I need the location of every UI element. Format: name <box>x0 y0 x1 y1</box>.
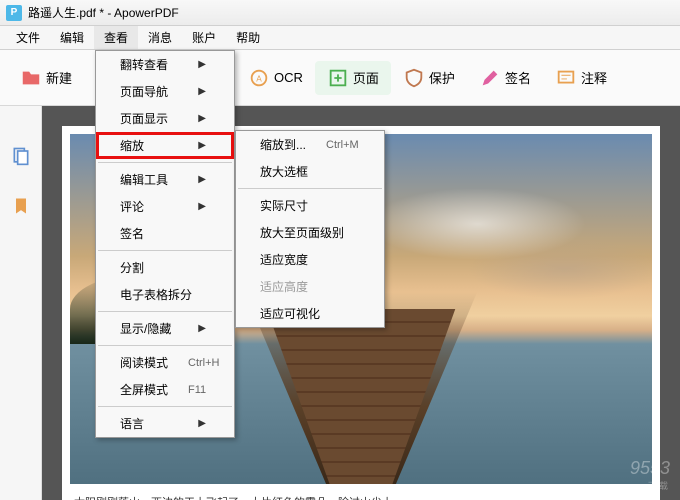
ocr-button[interactable]: A OCR <box>236 61 315 95</box>
menu-page-display[interactable]: 页面显示▶ <box>96 105 234 132</box>
page-button[interactable]: 页面 <box>315 61 391 95</box>
menubar: 文件 编辑 查看 消息 账户 帮助 <box>0 26 680 50</box>
folder-icon <box>20 67 42 89</box>
ocr-icon: A <box>248 67 270 89</box>
protect-button[interactable]: 保护 <box>391 61 467 95</box>
left-sidebar <box>0 106 42 500</box>
menu-split[interactable]: 分割 <box>96 254 234 281</box>
app-icon: P <box>6 5 22 21</box>
menu-zoom-to[interactable]: 缩放到...Ctrl+M <box>236 131 384 158</box>
menu-fit-page[interactable]: 放大至页面级别 <box>236 219 384 246</box>
separator <box>98 162 232 163</box>
shield-icon <box>403 67 425 89</box>
comment-button[interactable]: 注释 <box>543 61 619 95</box>
pages-panel-icon[interactable] <box>11 146 31 166</box>
menu-view[interactable]: 查看 <box>94 26 138 49</box>
menu-account[interactable]: 账户 <box>182 26 226 49</box>
pen-icon <box>479 67 501 89</box>
menu-marquee-zoom[interactable]: 放大选框 <box>236 158 384 185</box>
menu-comments[interactable]: 评论▶ <box>96 193 234 220</box>
titlebar: P 路遥人生.pdf * - ApowerPDF <box>0 0 680 26</box>
menu-fullscreen[interactable]: 全屏模式F11 <box>96 376 234 403</box>
menu-language[interactable]: 语言▶ <box>96 410 234 437</box>
menu-message[interactable]: 消息 <box>138 26 182 49</box>
bookmark-panel-icon[interactable] <box>11 196 31 216</box>
separator <box>98 250 232 251</box>
menu-actual-size[interactable]: 实际尺寸 <box>236 192 384 219</box>
sign-button[interactable]: 签名 <box>467 61 543 95</box>
separator <box>98 311 232 312</box>
separator <box>98 345 232 346</box>
comment-icon <box>555 67 577 89</box>
page-icon <box>327 67 349 89</box>
menu-zoom[interactable]: 缩放▶ <box>96 132 234 159</box>
separator <box>98 406 232 407</box>
menu-edit[interactable]: 编辑 <box>50 26 94 49</box>
svg-text:A: A <box>256 74 262 83</box>
zoom-submenu: 缩放到...Ctrl+M 放大选框 实际尺寸 放大至页面级别 适应宽度 适应高度… <box>235 130 385 328</box>
window-title: 路遥人生.pdf * - ApowerPDF <box>28 4 179 21</box>
view-dropdown: 翻转查看▶ 页面导航▶ 页面显示▶ 缩放▶ 编辑工具▶ 评论▶ 签名 分割 电子… <box>95 50 235 438</box>
menu-edit-tools[interactable]: 编辑工具▶ <box>96 166 234 193</box>
menu-help[interactable]: 帮助 <box>226 26 270 49</box>
menu-show-hide[interactable]: 显示/隐藏▶ <box>96 315 234 342</box>
menu-reading-mode[interactable]: 阅读模式Ctrl+H <box>96 349 234 376</box>
menu-page-nav[interactable]: 页面导航▶ <box>96 78 234 105</box>
menu-fit-height[interactable]: 适应高度 <box>236 273 384 300</box>
separator <box>238 188 382 189</box>
menu-file[interactable]: 文件 <box>6 26 50 49</box>
document-text: 太阳刚刚落山，西边的天上飞起了一大片红色的霞朵。除过山尖上 <box>70 494 652 500</box>
menu-rotate-view[interactable]: 翻转查看▶ <box>96 51 234 78</box>
new-button[interactable]: 新建 <box>8 61 84 95</box>
menu-signature[interactable]: 签名 <box>96 220 234 247</box>
menu-fit-visible[interactable]: 适应可视化 <box>236 300 384 327</box>
menu-spreadsheet-split[interactable]: 电子表格拆分 <box>96 281 234 308</box>
menu-fit-width[interactable]: 适应宽度 <box>236 246 384 273</box>
